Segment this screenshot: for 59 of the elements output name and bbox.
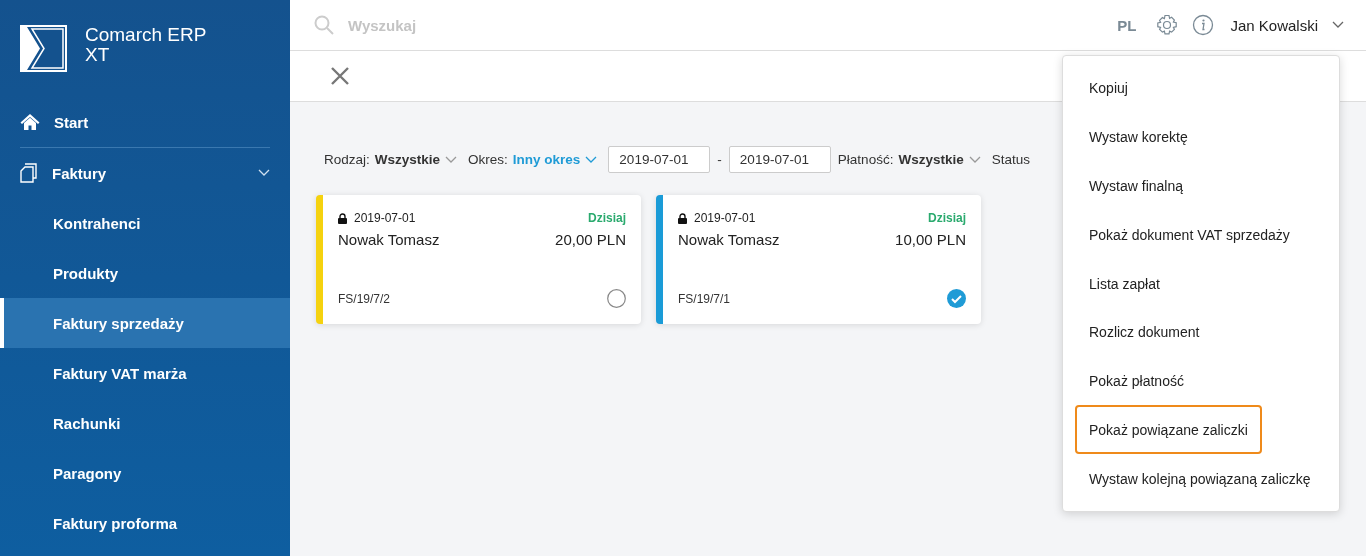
lock-icon [678, 212, 687, 224]
close-icon [330, 66, 350, 86]
settings-icon[interactable] [1156, 14, 1179, 36]
nav-item[interactable]: Rachunki [0, 398, 290, 448]
nav-item[interactable]: Faktury proforma [0, 498, 290, 548]
menu-item[interactable]: Wystaw finalną [1075, 161, 1198, 211]
menu-item[interactable]: Pokaż płatność [1075, 356, 1198, 406]
invoice-amount: 20,00 PLN [555, 231, 626, 248]
invoice-amount: 10,00 PLN [895, 231, 966, 248]
nav-item[interactable]: Produkty [0, 248, 290, 298]
nav-item[interactable]: Faktury VAT marża [0, 348, 290, 398]
customer-name: Nowak Tomasz [338, 231, 440, 248]
close-button[interactable] [330, 66, 350, 86]
lock-icon [338, 212, 347, 224]
chevron-down-icon [445, 155, 458, 164]
home-icon [20, 113, 40, 131]
info-icon[interactable] [1192, 14, 1215, 36]
menu-item[interactable]: Lista zapłat [1075, 259, 1174, 308]
chevron-down-icon [585, 155, 598, 164]
invoice-number: FS/19/7/2 [338, 291, 391, 306]
filter-label: Rodzaj: [324, 152, 370, 167]
documents-icon [20, 163, 38, 183]
user-menu[interactable]: Jan Kowalski [1230, 16, 1318, 34]
invoice-number: FS/19/7/1 [678, 291, 731, 306]
language-code[interactable]: PL [1117, 16, 1137, 34]
nav-item[interactable]: Kontrahenci [0, 198, 290, 248]
date-field[interactable]: 2019-07-01 [728, 146, 831, 173]
chevron-down-icon [968, 155, 981, 164]
invoice-card[interactable]: 2019-07-01 Dzisiaj Nowak Tomasz 20,00 PLN FS/19/7/2 [316, 195, 641, 324]
nav-item[interactable]: Start [0, 97, 290, 147]
menu-item[interactable]: Wystaw korektę [1075, 112, 1202, 162]
date-separator: - [717, 152, 722, 167]
checkbox[interactable] [947, 289, 966, 308]
nav-item[interactable]: Faktury [0, 148, 290, 198]
customer-name: Nowak Tomasz [678, 231, 780, 248]
date-field[interactable]: 2019-07-01 [608, 146, 711, 173]
search-icon [314, 15, 334, 35]
nav-item[interactable]: Faktury sprzedaży [0, 298, 290, 348]
app-name: Comarch ERP XT [85, 25, 208, 65]
filter-label[interactable]: Status [991, 152, 1030, 167]
chevron-down-icon [258, 169, 270, 177]
checkbox[interactable] [607, 289, 626, 308]
filter-value[interactable]: Wszystkie [898, 152, 964, 167]
menu-item[interactable]: Pokaż dokument VAT sprzedaży [1075, 210, 1304, 260]
filter-label: Okres: [468, 152, 508, 167]
invoice-date: 2019-07-01 [694, 211, 756, 225]
date-label: Dzisiaj [928, 211, 966, 225]
filter-value[interactable]: Wszystkie [374, 152, 441, 167]
menu-item[interactable]: Pokaż powiązane zaliczki [1075, 405, 1262, 455]
nav-item[interactable]: Paragony [0, 448, 290, 498]
menu-item[interactable]: Wystaw kolejną powiązaną zaliczkę [1075, 454, 1325, 504]
invoice-date: 2019-07-01 [354, 211, 416, 225]
menu-item[interactable]: Rozlicz dokument [1075, 307, 1214, 357]
chevron-down-icon [1332, 21, 1344, 29]
logo-icon [20, 25, 67, 72]
menu-item[interactable]: Kopiuj [1075, 64, 1142, 113]
invoice-card[interactable]: 2019-07-01 Dzisiaj Nowak Tomasz 10,00 PLN FS/19/7/1 [656, 195, 981, 324]
filter-label: Płatność: [837, 152, 894, 167]
date-label: Dzisiaj [588, 211, 626, 225]
